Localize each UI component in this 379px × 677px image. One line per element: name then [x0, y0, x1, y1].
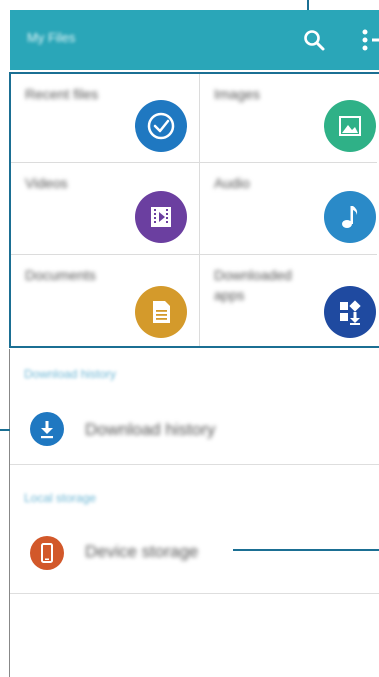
- download-history-label: Download history: [85, 420, 216, 439]
- download-icon: [30, 412, 64, 446]
- section-header-download-history: Download history: [24, 367, 117, 381]
- device-storage-item[interactable]: Device storage: [10, 520, 379, 592]
- music-note-icon: [324, 191, 376, 243]
- category-label: Recent files: [25, 86, 99, 102]
- more-options-icon[interactable]: [362, 27, 379, 53]
- image-icon: [324, 100, 376, 152]
- document-icon: [135, 286, 187, 338]
- category-label: Images: [214, 86, 260, 102]
- apps-download-icon: [324, 286, 376, 338]
- category-images[interactable]: Images: [200, 74, 379, 162]
- phone-icon: [30, 536, 64, 570]
- section-header-local-storage: Local storage: [24, 491, 97, 505]
- category-downloaded-apps[interactable]: Downloaded apps: [200, 255, 379, 346]
- download-history-item[interactable]: Download history: [10, 395, 379, 463]
- category-grid: Recent files Images Videos Audio Documen…: [9, 72, 379, 348]
- callout-line-download: [0, 429, 10, 431]
- clock-check-icon: [135, 100, 187, 152]
- category-label: Videos: [25, 175, 68, 191]
- category-label: Audio: [214, 175, 250, 191]
- category-recent-files[interactable]: Recent files: [11, 74, 199, 162]
- divider: [10, 464, 379, 465]
- divider: [10, 593, 379, 594]
- search-icon[interactable]: [302, 28, 326, 52]
- device-storage-label: Device storage: [85, 542, 199, 561]
- app-bar: My Files: [10, 10, 379, 70]
- category-documents[interactable]: Documents: [11, 255, 199, 346]
- category-videos[interactable]: Videos: [11, 163, 199, 254]
- film-icon: [135, 191, 187, 243]
- category-label: Downloaded apps: [214, 267, 292, 303]
- app-title: My Files: [27, 30, 76, 45]
- category-label: Documents: [25, 267, 96, 283]
- category-audio[interactable]: Audio: [200, 163, 379, 254]
